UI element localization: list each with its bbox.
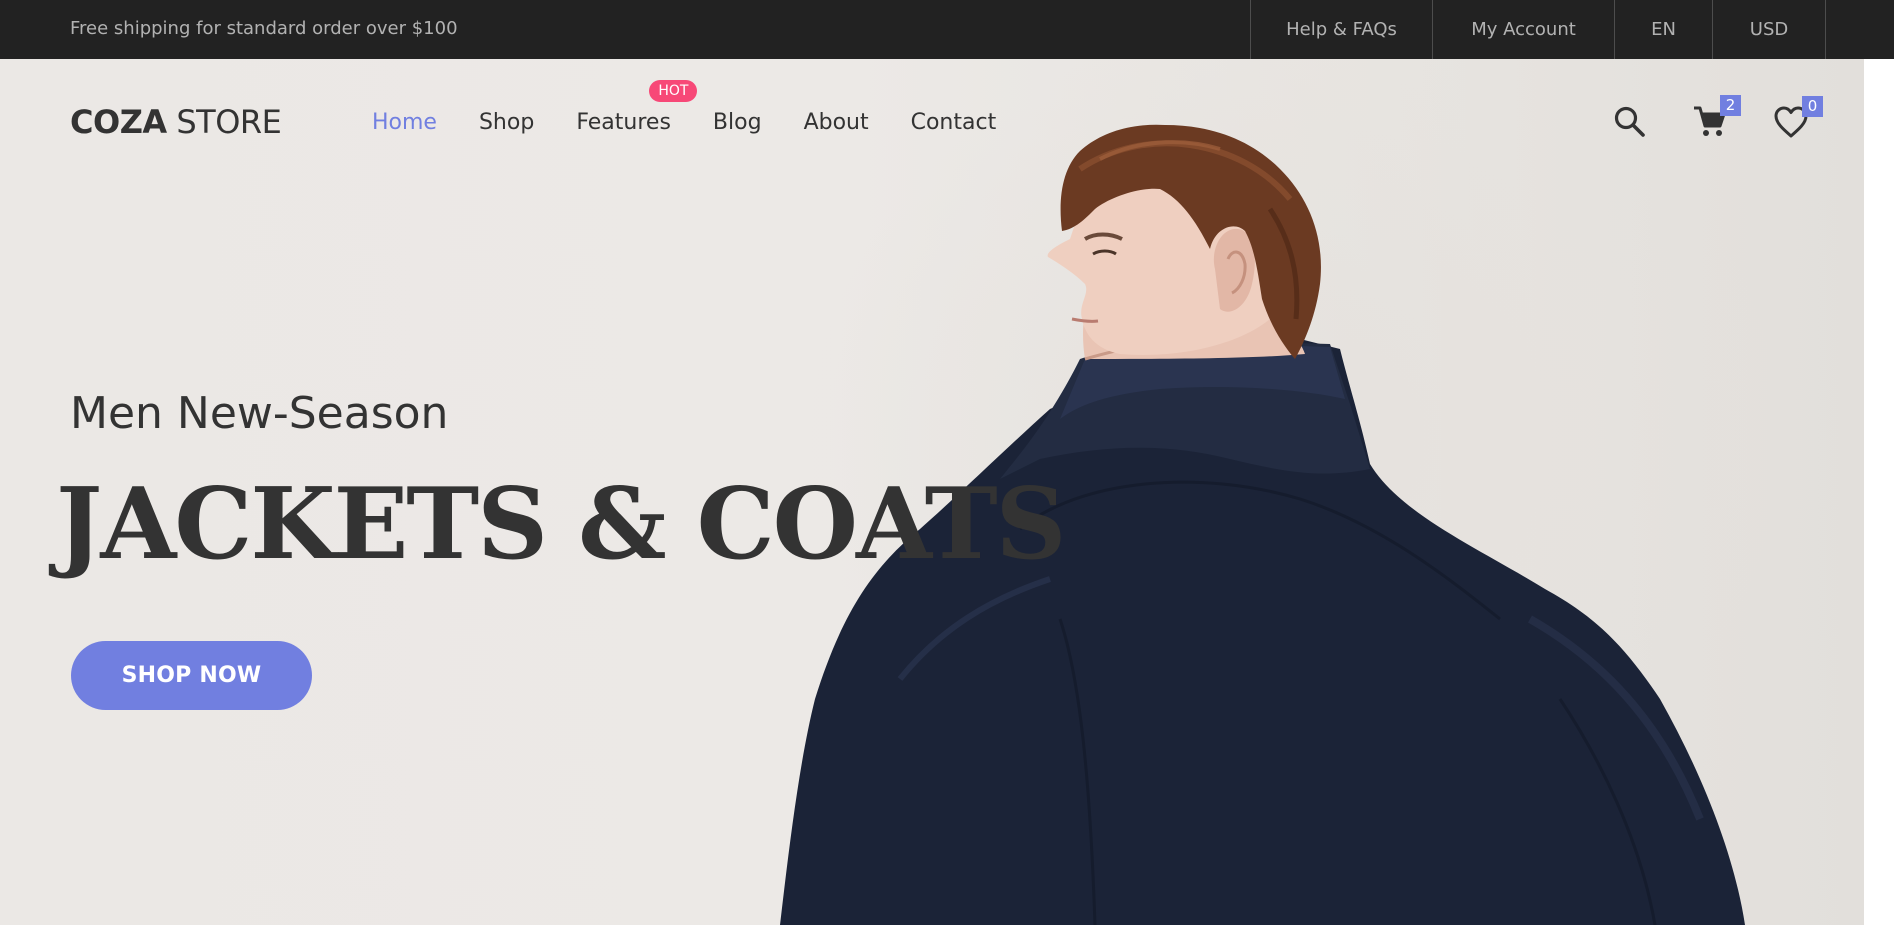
nav-item-blog[interactable]: Blog (713, 110, 762, 136)
main-nav: Home Shop Features HOT Blog About Contac… (372, 80, 1038, 136)
my-account-link[interactable]: My Account (1433, 0, 1615, 59)
currency-selector[interactable]: USD (1713, 0, 1826, 59)
nav-item-about[interactable]: About (804, 110, 869, 136)
nav-item-shop[interactable]: Shop (479, 110, 534, 136)
hot-badge: HOT (649, 80, 698, 102)
nav-item-features[interactable]: Features HOT (576, 80, 698, 136)
shipping-promo-text: Free shipping for standard order over $1… (70, 18, 458, 39)
hero-headline: JACKETS & COATS (56, 467, 1066, 582)
logo-light-text: STORE (166, 103, 282, 141)
top-bar-links: Help & FAQs My Account EN USD (1250, 0, 1826, 59)
shop-now-button[interactable]: SHOP NOW (71, 641, 312, 710)
hero-subtitle: Men New-Season (70, 388, 449, 439)
search-icon[interactable] (1613, 105, 1647, 139)
page-right-gutter (1864, 59, 1894, 925)
heart-icon[interactable]: 0 (1773, 96, 1823, 139)
store-logo[interactable]: COZA STORE (70, 103, 282, 141)
top-bar: Free shipping for standard order over $1… (0, 0, 1894, 59)
logo-bold-text: COZA (70, 103, 167, 141)
cart-count-badge: 2 (1720, 95, 1741, 116)
nav-item-contact[interactable]: Contact (911, 110, 997, 136)
language-selector[interactable]: EN (1615, 0, 1713, 59)
nav-item-home[interactable]: Home (372, 110, 437, 136)
cart-icon[interactable]: 2 (1692, 95, 1741, 140)
nav-item-features-label: Features (576, 110, 671, 135)
wishlist-count-badge: 0 (1802, 96, 1823, 117)
help-faqs-link[interactable]: Help & FAQs (1251, 0, 1433, 59)
